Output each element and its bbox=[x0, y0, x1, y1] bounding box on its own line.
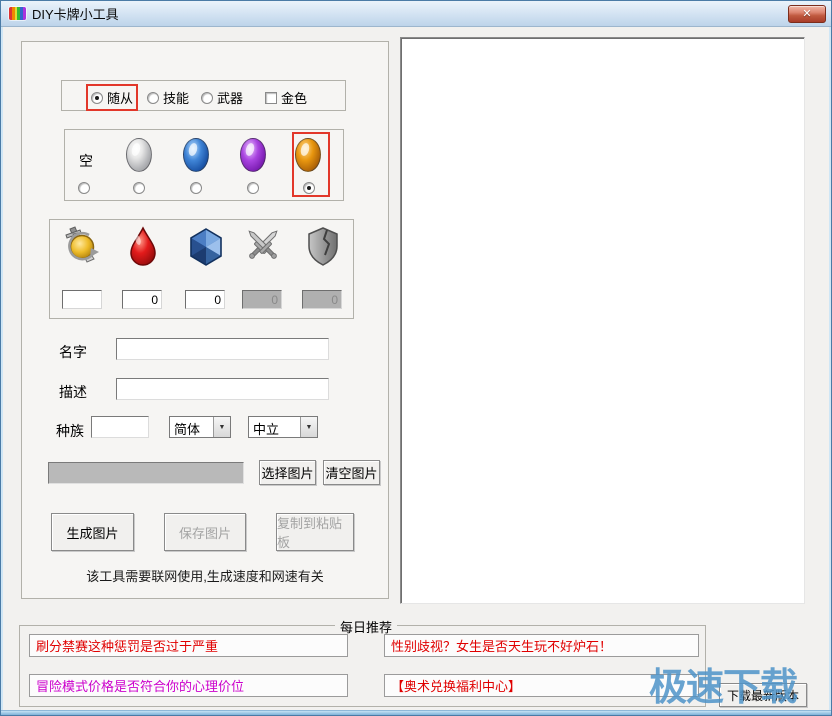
armor-value-field bbox=[302, 290, 342, 309]
class-dropdown-value: 中立 bbox=[253, 422, 280, 437]
health-value-field[interactable] bbox=[122, 290, 162, 309]
radio-minion-label: 随从 bbox=[107, 91, 134, 106]
language-dropdown-value: 简体 bbox=[174, 422, 201, 437]
generate-image-button[interactable]: 生成图片 bbox=[51, 513, 134, 551]
daily-link[interactable]: 冒险模式价格是否符合你的心理价位 bbox=[29, 674, 348, 697]
armor-shield-icon bbox=[308, 227, 338, 266]
chevron-down-icon[interactable]: ▼ bbox=[300, 417, 317, 437]
app-window: DIY卡牌小工具 ✕ 随从 技能 武器 金色 空 0 0 0 0 名字 描述 种… bbox=[0, 0, 832, 716]
radio-icon bbox=[201, 91, 213, 104]
rarity-none-label: 空 bbox=[79, 153, 93, 169]
durability-value-field bbox=[242, 290, 282, 309]
radio-rarity-blue[interactable] bbox=[190, 182, 202, 194]
radio-rarity-silver[interactable] bbox=[133, 182, 145, 194]
radio-icon bbox=[147, 91, 159, 104]
mana-value-field[interactable] bbox=[185, 290, 225, 309]
radio-spell[interactable]: 技能 bbox=[147, 88, 189, 107]
copy-to-clipboard-button: 复制到粘贴板 bbox=[276, 513, 354, 551]
blue-gem-icon bbox=[183, 138, 209, 172]
checkbox-golden-label: 金色 bbox=[281, 91, 308, 106]
save-image-button: 保存图片 bbox=[164, 513, 246, 551]
language-dropdown[interactable]: 简体 ▼ bbox=[169, 416, 231, 438]
close-button[interactable]: ✕ bbox=[788, 5, 826, 23]
checkbox-icon bbox=[265, 91, 277, 104]
description-label: 描述 bbox=[59, 384, 87, 400]
health-drop-icon bbox=[130, 226, 156, 266]
attack-dagger-icon bbox=[65, 226, 99, 263]
silver-gem-icon bbox=[126, 138, 152, 172]
description-input[interactable] bbox=[116, 378, 329, 400]
download-latest-button[interactable]: 下载最新版本 bbox=[719, 683, 807, 707]
app-icon bbox=[9, 7, 26, 20]
radio-rarity-purple[interactable] bbox=[247, 182, 259, 194]
chevron-down-icon[interactable]: ▼ bbox=[213, 417, 230, 437]
clear-image-button[interactable]: 清空图片 bbox=[323, 460, 380, 485]
daily-link[interactable]: 刷分禁赛这种惩罚是否过于严重 bbox=[29, 634, 348, 657]
purple-gem-icon bbox=[240, 138, 266, 172]
daily-link[interactable]: 性别歧视？女生是否天生玩不好炉石！ bbox=[384, 634, 699, 657]
radio-weapon[interactable]: 武器 bbox=[201, 88, 243, 107]
window-title: DIY卡牌小工具 bbox=[32, 7, 119, 22]
card-preview-area bbox=[400, 37, 805, 604]
radio-rarity-none[interactable] bbox=[78, 182, 90, 194]
radio-icon bbox=[91, 91, 103, 104]
durability-swords-icon bbox=[248, 230, 278, 259]
attack-value-field[interactable] bbox=[62, 290, 102, 309]
checkbox-golden[interactable]: 金色 bbox=[265, 88, 307, 107]
select-image-button[interactable]: 选择图片 bbox=[259, 460, 316, 485]
radio-weapon-label: 武器 bbox=[217, 91, 244, 106]
daily-link[interactable]: 【奥术兑换福利中心】 bbox=[384, 674, 699, 697]
network-note: 该工具需要联网使用,生成速度和网速有关 bbox=[86, 569, 324, 584]
race-input[interactable] bbox=[91, 416, 149, 438]
image-path-field bbox=[48, 462, 244, 484]
radio-minion[interactable]: 随从 bbox=[86, 84, 139, 111]
class-dropdown[interactable]: 中立 ▼ bbox=[248, 416, 318, 438]
title-bar[interactable]: DIY卡牌小工具 ✕ bbox=[1, 1, 831, 27]
radio-spell-label: 技能 bbox=[163, 91, 190, 106]
name-input[interactable] bbox=[116, 338, 329, 360]
race-label: 种族 bbox=[56, 423, 84, 439]
mana-crystal-icon bbox=[190, 228, 222, 266]
window-bottom-border bbox=[1, 710, 831, 715]
rarity-selection-highlight bbox=[292, 132, 330, 197]
name-label: 名字 bbox=[59, 344, 87, 360]
